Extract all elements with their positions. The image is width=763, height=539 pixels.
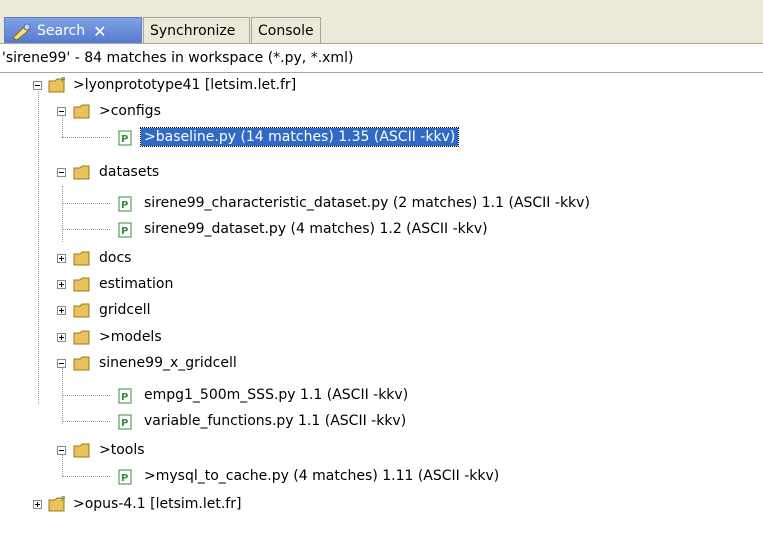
python-file-icon: P [117, 195, 135, 212]
folder-icon [73, 163, 91, 180]
search-view-icon [11, 22, 33, 41]
tree-node-folder[interactable]: >configs [96, 102, 164, 120]
tree-node-file[interactable]: >mysql_to_cache.py (4 matches) 1.11 (ASC… [141, 467, 502, 485]
tree-node-file[interactable]: variable_functions.py 1.1 (ASCII -kkv) [141, 412, 409, 430]
folder-icon [73, 441, 91, 458]
tree-node-folder[interactable]: docs [96, 249, 134, 267]
expand-toggle[interactable] [33, 500, 42, 509]
tab-synchronize-label: Synchronize [150, 23, 236, 39]
project-folder-icon: P [48, 76, 66, 93]
tree-node-folder[interactable]: >tools [96, 441, 148, 459]
svg-text:P: P [61, 495, 65, 503]
collapse-toggle[interactable] [57, 446, 66, 455]
tree-node-folder[interactable]: >models [96, 328, 165, 346]
svg-text:P: P [121, 226, 128, 237]
project-folder-icon: P [48, 495, 66, 512]
expand-toggle[interactable] [57, 306, 66, 315]
search-summary: 'sirene99' - 84 matches in workspace (*.… [0, 43, 763, 73]
tab-search[interactable]: Search ✕ [4, 17, 142, 44]
python-file-icon: P [117, 387, 135, 404]
tree-node-project[interactable]: >lyonprototype41 [letsim.let.fr] [70, 76, 299, 94]
collapse-toggle[interactable] [57, 107, 66, 116]
search-results-tree: P >lyonprototype41 [letsim.let.fr] >conf… [0, 73, 763, 539]
svg-text:P: P [121, 134, 128, 145]
tree-node-file[interactable]: >baseline.py (14 matches) 1.35 (ASCII -k… [139, 127, 460, 147]
folder-icon [73, 249, 91, 266]
expand-toggle[interactable] [57, 254, 66, 263]
tree-node-file[interactable]: sirene99_dataset.py (4 matches) 1.2 (ASC… [141, 220, 491, 238]
collapse-toggle[interactable] [57, 168, 66, 177]
svg-text:P: P [121, 473, 128, 484]
tab-console[interactable]: Console [251, 17, 321, 44]
tree-node-file[interactable]: empg1_500m_SSS.py 1.1 (ASCII -kkv) [141, 386, 411, 404]
folder-icon [73, 354, 91, 371]
tree-node-file[interactable]: sirene99_characteristic_dataset.py (2 ma… [141, 194, 593, 212]
svg-text:P: P [121, 418, 128, 429]
python-file-icon: P [117, 413, 135, 430]
tab-synchronize[interactable]: Synchronize [143, 17, 250, 44]
svg-text:P: P [61, 76, 65, 84]
python-file-icon: P [117, 221, 135, 238]
tree-node-folder[interactable]: gridcell [96, 301, 154, 319]
tree-node-folder[interactable]: estimation [96, 275, 176, 293]
collapse-toggle[interactable] [33, 81, 42, 90]
tree-node-folder[interactable]: sinene99_x_gridcell [96, 354, 240, 372]
close-icon[interactable]: ✕ [93, 22, 106, 41]
tab-console-label: Console [258, 23, 314, 39]
search-summary-text: 'sirene99' - 84 matches in workspace (*.… [2, 50, 354, 66]
view-tab-bar: Search ✕ Synchronize Console [0, 0, 763, 44]
tree-node-folder[interactable]: datasets [96, 163, 162, 181]
collapse-toggle[interactable] [57, 359, 66, 368]
python-file-icon: P [117, 468, 135, 485]
tree-node-project[interactable]: >opus-4.1 [letsim.let.fr] [70, 495, 244, 513]
expand-toggle[interactable] [57, 280, 66, 289]
python-file-icon: P [117, 129, 135, 146]
folder-icon [73, 102, 91, 119]
folder-icon [73, 328, 91, 345]
svg-text:P: P [121, 200, 128, 211]
expand-toggle[interactable] [57, 333, 66, 342]
tab-search-label: Search [37, 23, 86, 39]
svg-text:P: P [121, 392, 128, 403]
folder-icon [73, 301, 91, 318]
folder-icon [73, 275, 91, 292]
